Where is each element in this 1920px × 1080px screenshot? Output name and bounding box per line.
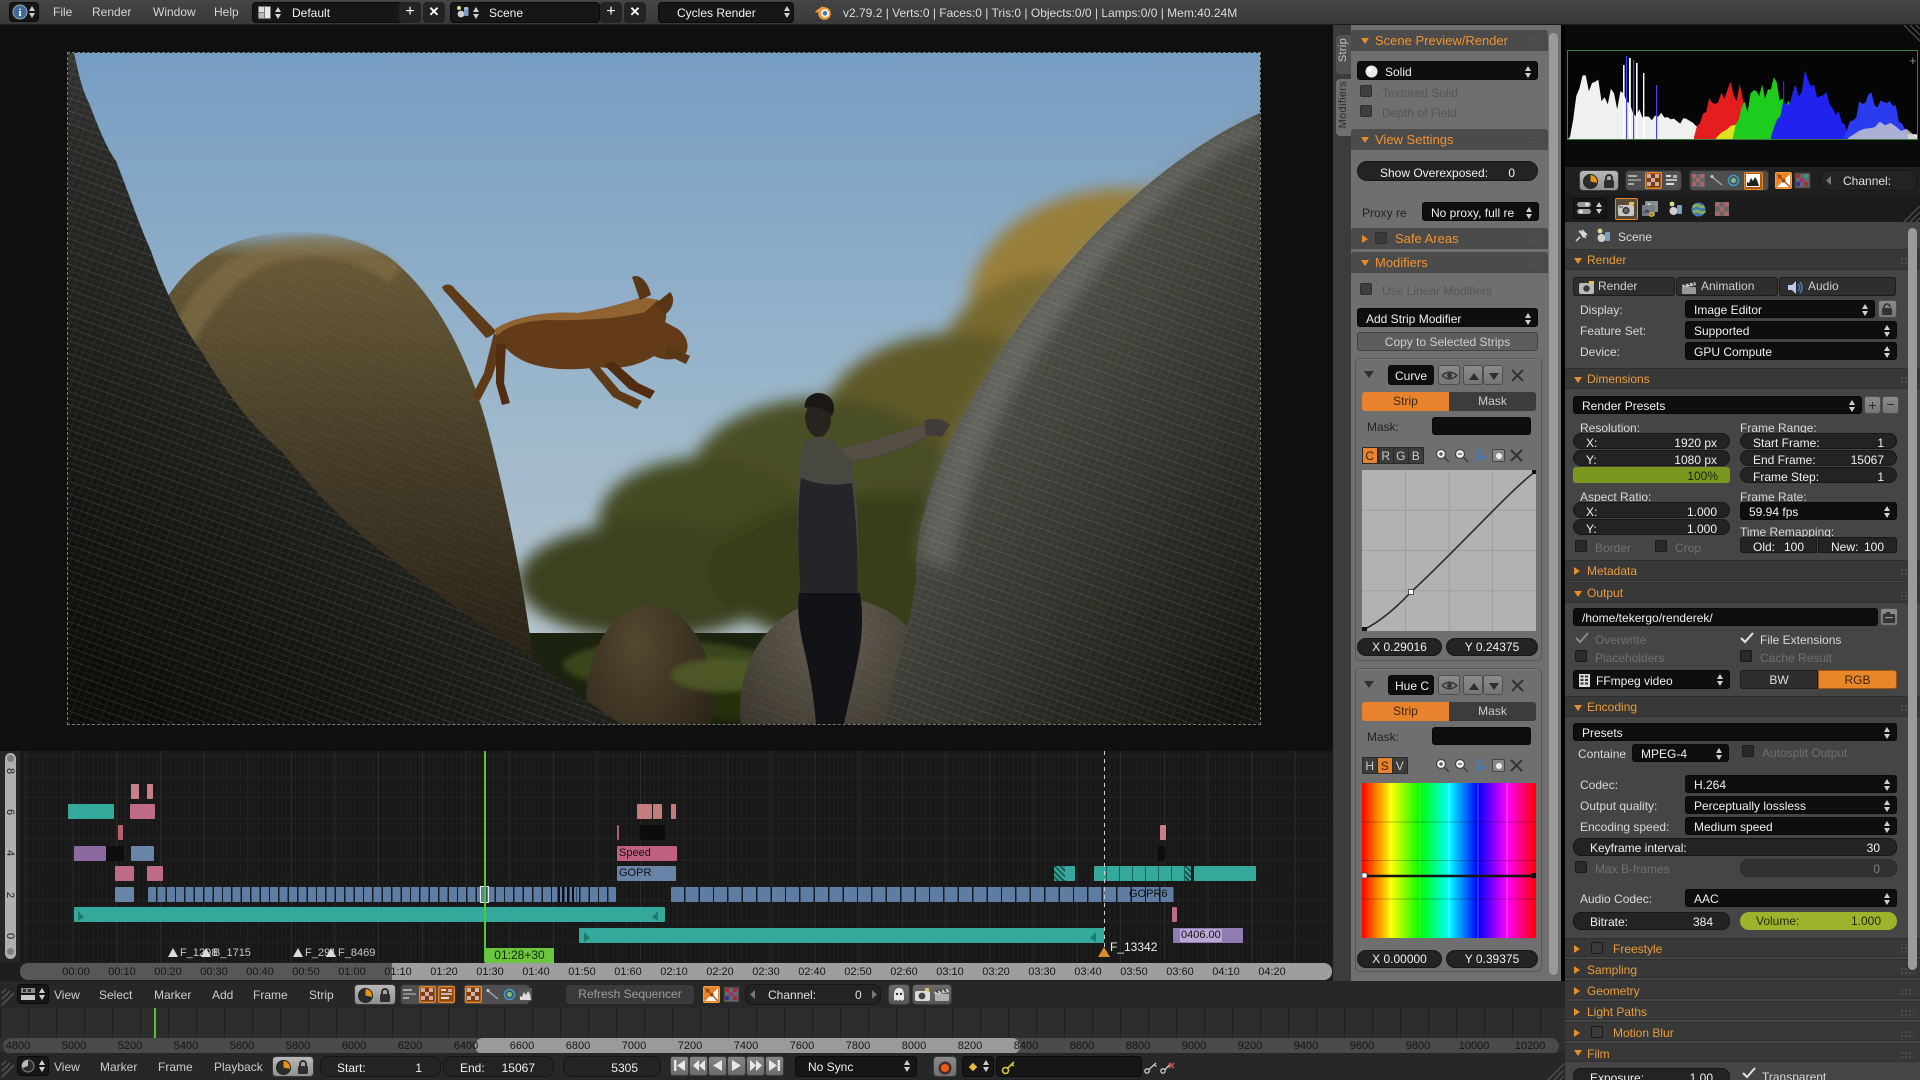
- svg-text:i: i: [18, 7, 21, 19]
